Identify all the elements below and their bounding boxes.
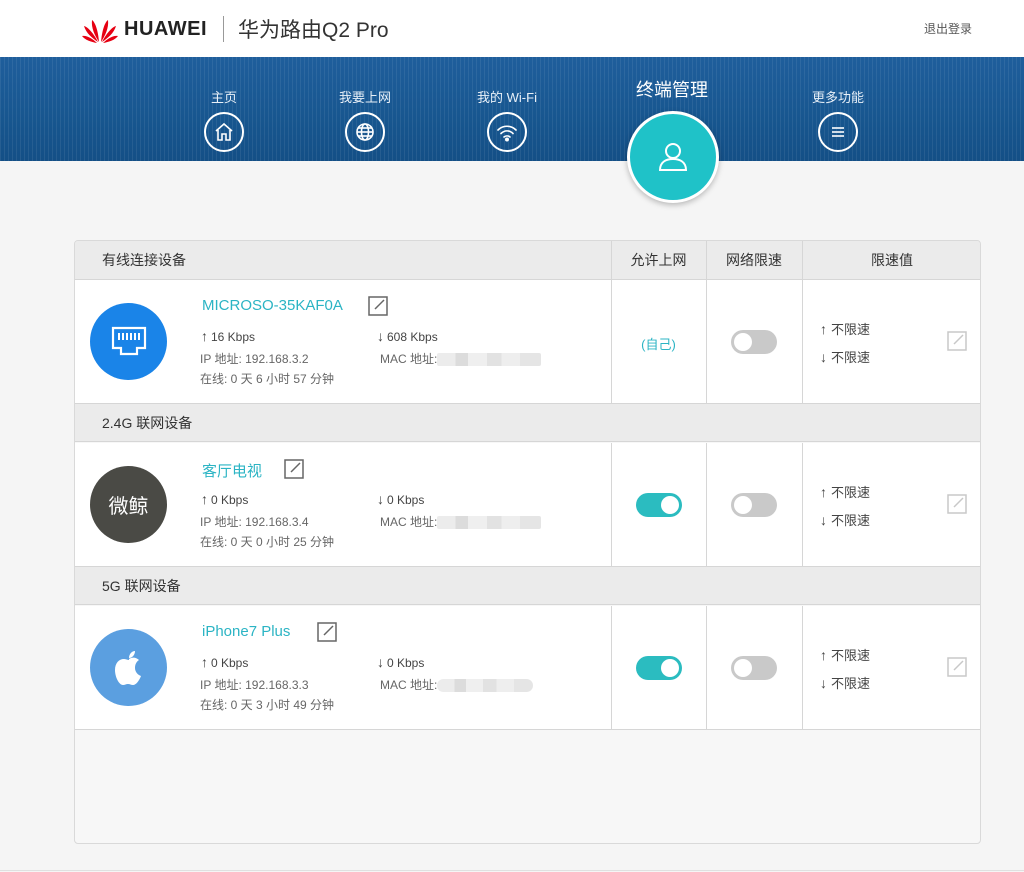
device-avatar-text: 微鲸 (108, 496, 149, 518)
wifi-icon (487, 112, 527, 152)
section-title-2g: 2.4G 联网设备 (102, 415, 193, 431)
table-header: 有线连接设备 允许上网 网络限速 限速值 (75, 241, 980, 280)
divider (802, 241, 803, 403)
self-device-tag: (自己) (641, 337, 676, 352)
device-name[interactable]: MICROSO-35KAF0A (202, 297, 343, 314)
upload-rate: ↑ 16 Kbps (201, 328, 256, 344)
divider (611, 241, 612, 403)
mac-redacted (437, 516, 542, 530)
download-limit: ↓ 不限速 (820, 512, 871, 528)
logout-link[interactable]: 退出登录 (924, 20, 972, 37)
divider (802, 606, 803, 730)
speed-limit-toggle[interactable] (731, 330, 777, 354)
nav-item-label: 主页 (210, 90, 237, 105)
allow-internet-toggle[interactable] (636, 493, 682, 517)
mac-redacted (437, 353, 542, 367)
user-icon (658, 143, 688, 171)
mac-address: MAC 地址: (380, 350, 542, 367)
edit-limit-icon[interactable] (947, 331, 967, 351)
nav-item-more[interactable]: 更多功能 (778, 57, 898, 152)
download-limit: ↓ 不限速 (820, 675, 871, 691)
download-rate: ↓ 0 Kbps (377, 491, 425, 507)
mac-address: MAC 地址: (380, 513, 542, 530)
online-duration: 在线: 0 天 3 小时 49 分钟 (200, 698, 335, 712)
ethernet-port-icon (111, 326, 146, 355)
nav-item-terminal[interactable] (627, 111, 719, 203)
divider (75, 729, 980, 730)
device-avatar (90, 303, 167, 380)
menu-icon (818, 112, 858, 152)
speed-limit-toggle[interactable] (731, 493, 777, 517)
online-duration: 在线: 0 天 0 小时 25 分钟 (200, 535, 335, 549)
divider (706, 241, 707, 403)
nav-item-wifi[interactable]: 我的 Wi-Fi (447, 57, 567, 152)
divider (706, 443, 707, 567)
table-row: 微鲸 客厅电视 ↑ 0 Kbps ↓ 0 Kbps IP 地址: 192.168.3… (75, 443, 980, 567)
edit-limit-icon[interactable] (947, 657, 967, 677)
brand-divider (223, 16, 224, 42)
nav-band: 主页 我要上网 我的 Wi-Fi 更多功能 终端管理 (0, 57, 1024, 161)
nav-item-terminal-label[interactable]: 终端管理 (612, 76, 732, 102)
nav-item-label: 我要上网 (338, 90, 391, 105)
section-title-wired: 有线连接设备 (102, 252, 186, 268)
mac-redacted (437, 679, 534, 693)
device-avatar (90, 629, 167, 706)
edit-name-icon[interactable] (317, 622, 337, 642)
huawei-flower-logo (82, 20, 118, 43)
ip-address: IP 地址: 192.168.3.2 (200, 352, 309, 366)
apple-logo-icon (114, 650, 141, 685)
device-name[interactable]: iPhone7 Plus (202, 623, 290, 640)
section-header: 5G 联网设备 (75, 566, 980, 605)
nav-item-label: 更多功能 (811, 90, 864, 105)
section-title-5g: 5G 联网设备 (102, 578, 181, 594)
divider (706, 606, 707, 730)
download-limit: ↓ 不限速 (820, 349, 871, 365)
download-rate: ↓ 0 Kbps (377, 654, 425, 670)
upload-limit: ↑ 不限速 (820, 484, 871, 500)
divider (611, 606, 612, 730)
download-rate: ↓ 608 Kbps (377, 328, 438, 344)
column-limit-value: 限速值 (871, 252, 913, 268)
divider (611, 443, 612, 567)
brand-name: HUAWEI (124, 17, 207, 40)
online-duration: 在线: 0 天 6 小时 57 分钟 (200, 372, 335, 386)
allow-internet-toggle[interactable] (636, 656, 682, 680)
device-table: 有线连接设备 允许上网 网络限速 限速值 MICROSO-35KAF0A ↑ 16… (74, 240, 981, 844)
section-header: 2.4G 联网设备 (75, 403, 980, 442)
table-row: iPhone7 Plus ↑ 0 Kbps ↓ 0 Kbps IP 地址: 192.… (75, 606, 980, 730)
speed-limit-toggle[interactable] (731, 656, 777, 680)
edit-name-icon[interactable] (368, 296, 388, 316)
device-avatar: 微鲸 (90, 466, 167, 543)
brand: HUAWEI 华为路由Q2 Pro (82, 13, 389, 45)
device-name[interactable]: 客厅电视 (202, 460, 262, 481)
upload-rate: ↑ 0 Kbps (201, 654, 249, 670)
mac-address: MAC 地址: (380, 676, 534, 693)
globe-icon (345, 112, 385, 152)
column-speed-limit: 网络限速 (726, 252, 782, 268)
column-allow-internet: 允许上网 (630, 252, 687, 268)
nav-item-internet[interactable]: 我要上网 (305, 57, 425, 152)
upload-limit: ↑ 不限速 (820, 321, 871, 337)
upload-limit: ↑ 不限速 (820, 647, 871, 663)
nav-item-home[interactable]: 主页 (164, 57, 284, 152)
nav-item-label: 我的 Wi-Fi (477, 90, 537, 105)
upload-rate: ↑ 0 Kbps (201, 491, 249, 507)
home-icon (204, 112, 244, 152)
edit-limit-icon[interactable] (947, 494, 967, 514)
ip-address: IP 地址: 192.168.3.3 (200, 678, 309, 692)
table-row: MICROSO-35KAF0A ↑ 16 Kbps ↓ 608 Kbps IP 地址… (75, 280, 980, 404)
top-bar: HUAWEI 华为路由Q2 Pro 退出登录 (0, 0, 1024, 57)
divider (802, 443, 803, 567)
product-name: 华为路由Q2 Pro (238, 19, 389, 42)
divider (0, 870, 1024, 871)
edit-name-icon[interactable] (284, 459, 304, 479)
ip-address: IP 地址: 192.168.3.4 (200, 515, 309, 529)
